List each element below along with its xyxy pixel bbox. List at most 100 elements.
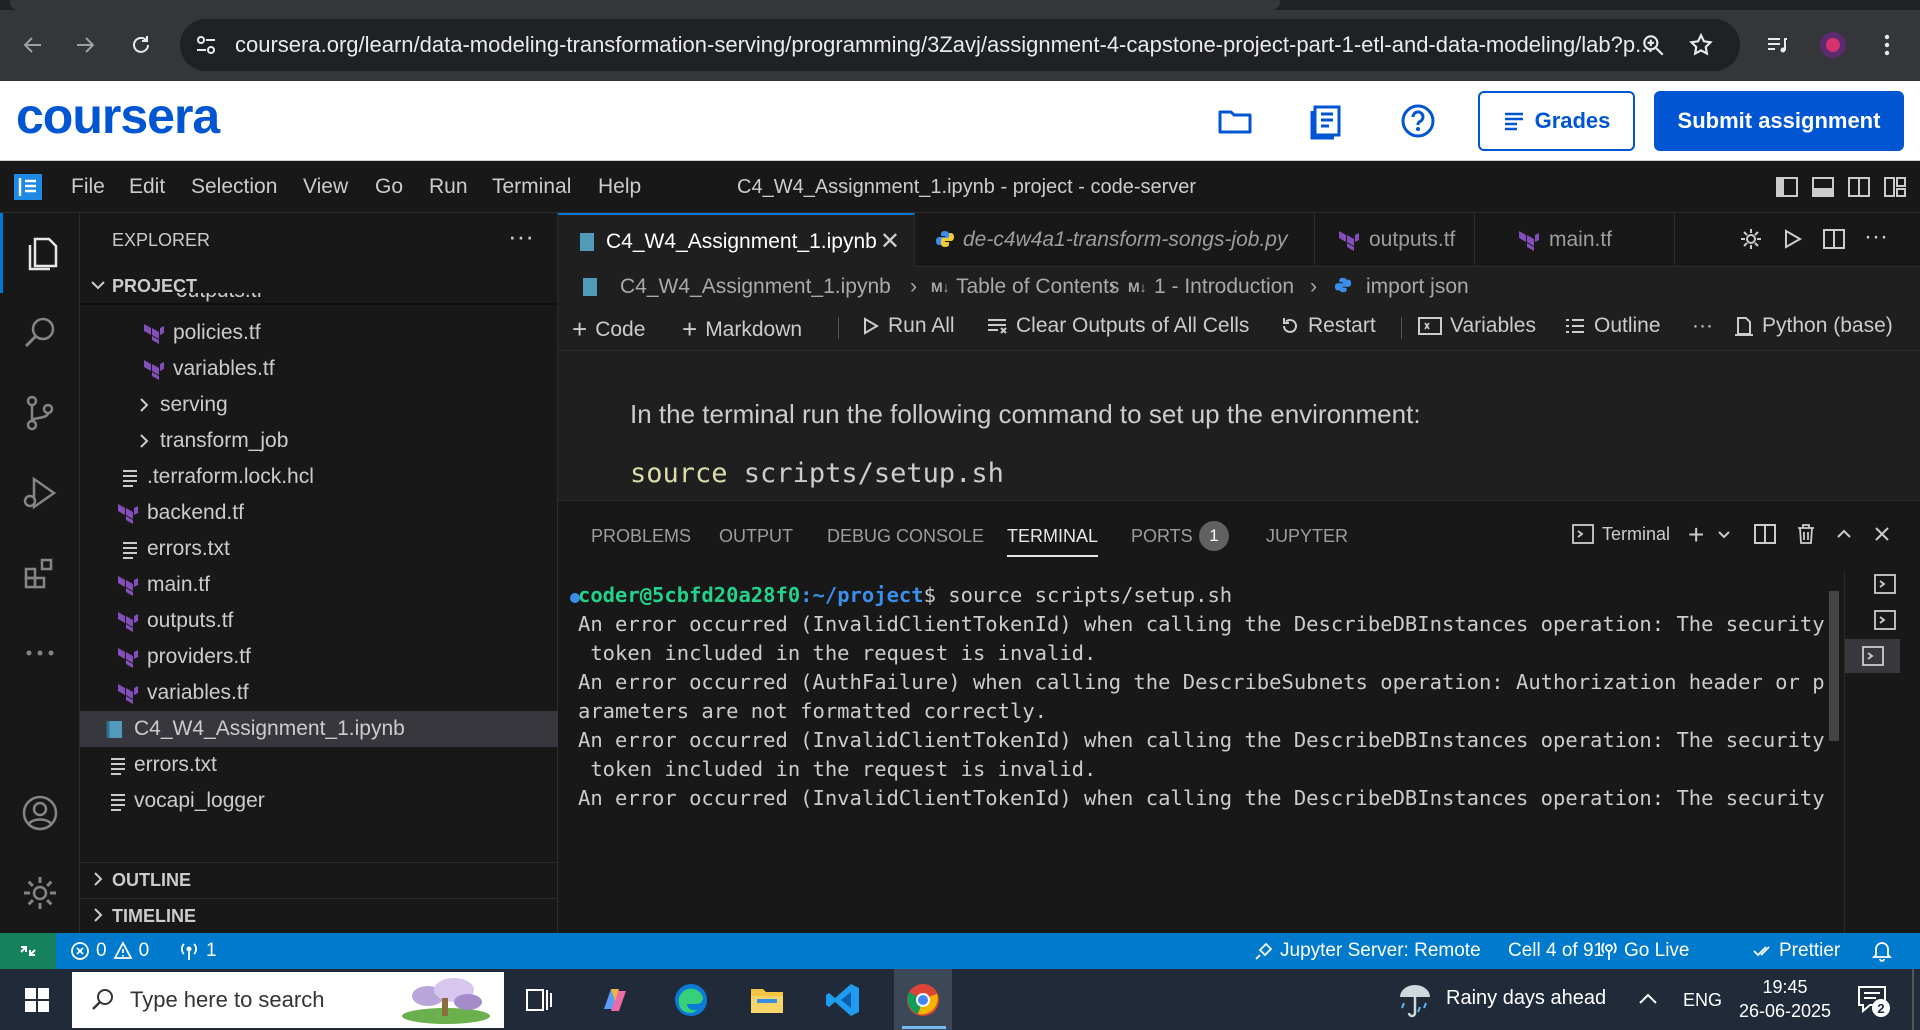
reload-icon[interactable] bbox=[124, 28, 158, 62]
chevron-down-icon[interactable] bbox=[1716, 527, 1732, 543]
accounts-icon[interactable] bbox=[0, 773, 80, 853]
tree-item-main-tf[interactable]: main.tf bbox=[80, 567, 558, 603]
extensions-icon[interactable] bbox=[0, 533, 80, 613]
add-code-cell-button[interactable]: + Code bbox=[572, 314, 645, 345]
split-editor-icon[interactable] bbox=[1822, 227, 1846, 251]
notebook-settings-gear-icon[interactable] bbox=[1739, 227, 1763, 251]
windows-start-icon[interactable] bbox=[16, 979, 58, 1021]
go-live-button[interactable]: Go Live bbox=[1600, 940, 1689, 962]
split-terminal-icon[interactable] bbox=[1754, 523, 1776, 545]
weather-text[interactable]: Rainy days ahead bbox=[1446, 987, 1606, 1010]
search-icon[interactable] bbox=[0, 293, 80, 373]
menu-run[interactable]: Run bbox=[429, 175, 468, 199]
edge-browser-icon[interactable] bbox=[670, 979, 712, 1021]
tab-main-tf[interactable]: main.tf bbox=[1475, 213, 1675, 267]
site-settings-icon[interactable] bbox=[194, 33, 218, 57]
explorer-more-actions[interactable]: ··· bbox=[508, 221, 534, 252]
breadcrumb-file[interactable]: C4_W4_Assignment_1.ipynb bbox=[620, 275, 891, 299]
bookmark-star-icon[interactable] bbox=[1688, 32, 1714, 58]
menu-view[interactable]: View bbox=[303, 175, 348, 199]
new-terminal-plus-icon[interactable]: + bbox=[1688, 519, 1704, 551]
source-control-icon[interactable] bbox=[0, 373, 80, 453]
tree-item-partial[interactable]: outputs.tf bbox=[80, 293, 558, 307]
panel-tab-jupyter[interactable]: JUPYTER bbox=[1266, 526, 1348, 547]
tree-item-notebook-selected[interactable]: C4_W4_Assignment_1.ipynb bbox=[80, 711, 558, 747]
customize-layout-icon[interactable] bbox=[1883, 175, 1907, 199]
address-bar[interactable]: coursera.org/learn/data-modeling-transfo… bbox=[180, 19, 1740, 71]
weather-rain-icon[interactable] bbox=[1396, 981, 1434, 1019]
notebook-more-actions[interactable]: ··· bbox=[1692, 314, 1713, 338]
timeline-section-header[interactable]: TIMELINE bbox=[80, 898, 558, 932]
outline-button[interactable]: Outline bbox=[1564, 314, 1661, 338]
browser-tab[interactable] bbox=[10, 0, 1280, 10]
menu-help[interactable]: Help bbox=[598, 175, 641, 199]
menu-terminal[interactable]: Terminal bbox=[492, 175, 571, 199]
coursera-logo[interactable]: coursera bbox=[16, 87, 220, 145]
maximize-panel-chevron-up-icon[interactable] bbox=[1835, 525, 1853, 543]
menu-selection[interactable]: Selection bbox=[191, 175, 277, 199]
forward-icon[interactable] bbox=[68, 28, 102, 62]
more-views-icon[interactable] bbox=[0, 613, 80, 693]
breadcrumb-section[interactable]: 1 - Introduction bbox=[1154, 275, 1294, 299]
menu-file[interactable]: File bbox=[71, 175, 105, 199]
toggle-secondary-sidebar-icon[interactable] bbox=[1847, 175, 1871, 199]
close-icon[interactable]: ✕ bbox=[880, 227, 900, 256]
help-icon[interactable] bbox=[1398, 101, 1438, 141]
explorer-icon[interactable] bbox=[0, 213, 80, 293]
notification-center-icon[interactable]: 2 bbox=[1856, 983, 1890, 1017]
kill-terminal-trash-icon[interactable] bbox=[1795, 523, 1817, 545]
terminal-instance-2-icon[interactable] bbox=[1865, 603, 1905, 637]
grades-button[interactable]: Grades bbox=[1478, 91, 1635, 151]
panel-tab-debug-console[interactable]: DEBUG CONSOLE bbox=[827, 526, 984, 547]
outline-section-header[interactable]: OUTLINE bbox=[80, 862, 558, 896]
terminal-instance-1-icon[interactable] bbox=[1865, 567, 1905, 601]
terminal-instance-3-icon[interactable] bbox=[1845, 639, 1900, 673]
tab-transform-songs-job[interactable]: de-c4w4a1-transform-songs-job.py bbox=[915, 213, 1315, 267]
submit-assignment-button[interactable]: Submit assignment bbox=[1654, 91, 1904, 151]
run-debug-icon[interactable] bbox=[0, 453, 80, 533]
tray-chevron-up-icon[interactable] bbox=[1638, 991, 1658, 1007]
vscode-icon[interactable] bbox=[822, 979, 864, 1021]
tree-folder-transform-job[interactable]: transform_job bbox=[80, 423, 558, 459]
panel-tab-terminal[interactable]: TERMINAL bbox=[1007, 526, 1099, 557]
tree-item-vocapi-logger[interactable]: vocapi_logger bbox=[80, 783, 558, 819]
prettier-status[interactable]: Prettier bbox=[1753, 940, 1840, 962]
code-server-logo-icon[interactable] bbox=[14, 174, 42, 200]
zoom-icon[interactable] bbox=[1640, 32, 1666, 58]
terminal-scrollbar[interactable] bbox=[1829, 591, 1839, 741]
run-icon[interactable] bbox=[1780, 227, 1804, 251]
tree-item-variables-tf[interactable]: variables.tf bbox=[80, 351, 558, 387]
remote-indicator-icon[interactable] bbox=[0, 933, 56, 969]
restart-kernel-button[interactable]: Restart bbox=[1280, 314, 1376, 338]
tree-item-backend-tf[interactable]: backend.tf bbox=[80, 495, 558, 531]
tree-item-variables-tf-root[interactable]: variables.tf bbox=[80, 675, 558, 711]
notifications-bell-icon[interactable] bbox=[1872, 940, 1892, 962]
clock[interactable]: 19:45 26-06-2025 bbox=[1735, 975, 1835, 1023]
chrome-icon[interactable] bbox=[902, 979, 944, 1021]
browser-menu-icon[interactable] bbox=[1870, 28, 1904, 62]
ports-status[interactable]: 1 bbox=[178, 940, 217, 962]
tree-folder-serving[interactable]: serving bbox=[80, 387, 558, 423]
panel-tab-output[interactable]: OUTPUT bbox=[719, 526, 793, 547]
terminal-selector[interactable]: Terminal bbox=[1572, 523, 1670, 545]
tree-item-policies-tf[interactable]: policies.tf bbox=[80, 315, 558, 351]
tree-item-errors-txt[interactable]: errors.txt bbox=[80, 531, 558, 567]
breadcrumb-toc[interactable]: Table of Contents bbox=[956, 275, 1119, 299]
cell-position-status[interactable]: Cell 4 of 91 bbox=[1508, 940, 1604, 962]
copilot-icon[interactable] bbox=[594, 979, 636, 1021]
panel-tab-problems[interactable]: PROBLEMS bbox=[591, 526, 691, 547]
tab-outputs-tf[interactable]: outputs.tf bbox=[1315, 213, 1475, 267]
input-language[interactable]: ENG bbox=[1683, 990, 1722, 1011]
file-explorer-icon[interactable] bbox=[746, 979, 788, 1021]
panel-tab-ports[interactable]: PORTS bbox=[1131, 526, 1193, 547]
url-text[interactable]: coursera.org/learn/data-modeling-transfo… bbox=[235, 32, 1655, 58]
breadcrumb-cell[interactable]: import json bbox=[1366, 275, 1469, 299]
run-all-button[interactable]: Run All bbox=[860, 314, 955, 338]
task-view-icon[interactable] bbox=[518, 979, 560, 1021]
kernel-picker[interactable]: Python (base) bbox=[1734, 314, 1893, 338]
show-desktop-strip[interactable] bbox=[1912, 969, 1914, 1030]
editor-more-actions[interactable]: ··· bbox=[1864, 223, 1888, 251]
menu-edit[interactable]: Edit bbox=[129, 175, 165, 199]
tree-item-terraform-lock[interactable]: .terraform.lock.hcl bbox=[80, 459, 558, 495]
manage-gear-icon[interactable] bbox=[0, 853, 80, 933]
